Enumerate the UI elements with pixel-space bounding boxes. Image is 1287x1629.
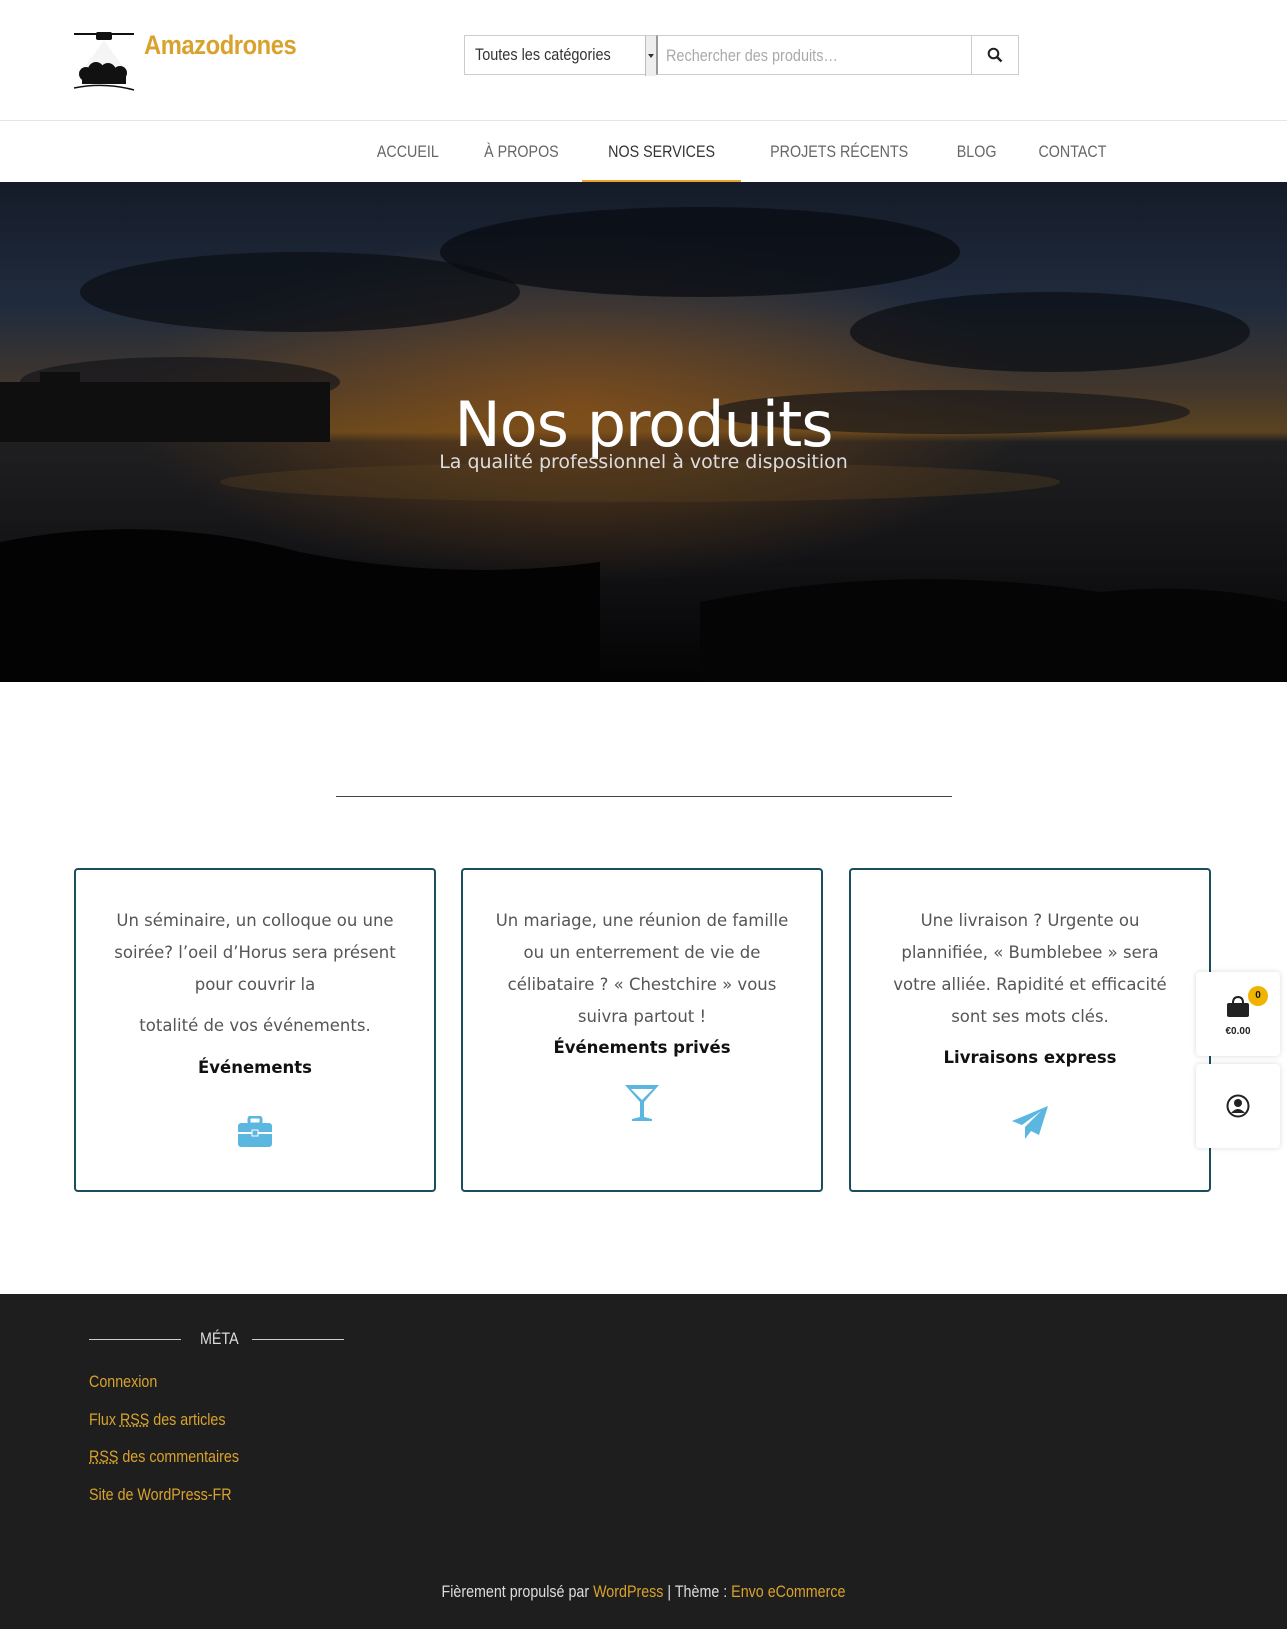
link-text: des commentaires [118,1447,240,1466]
main-nav: ACCUEIL À PROPOS NOS SERVICES PROJETS RÉ… [0,121,1287,183]
paper-plane-icon [1012,1106,1048,1139]
meta-title-line-right [252,1339,344,1340]
nav-item-nos-services[interactable]: NOS SERVICES [581,121,741,182]
card-description: Une livraison ? Urgente ou plannifiée, «… [893,911,1167,1026]
cart-widget[interactable]: 0 €0.00 [1196,972,1280,1056]
search-icon [987,47,1003,63]
nav-item-label: ACCUEIL [376,142,439,161]
chevron-down-icon [645,36,656,76]
card-description-continued: totalité de vos événements. [139,1016,371,1035]
hero-subtitle: La qualité professionnel à votre disposi… [439,451,848,473]
nav-item-contact[interactable]: CONTACT [1016,121,1129,182]
search-button[interactable] [972,35,1019,75]
card-title: Événements privés [553,1038,731,1057]
cart-total: €0.00 [1225,1026,1251,1037]
nav-item-label: PROJETS RÉCENTS [769,142,908,161]
wordpress-fr-link[interactable]: Site de WordPress-FR [89,1485,232,1505]
nav-item-label: NOS SERVICES [607,142,715,161]
card-title: Événements [198,1058,312,1077]
rss-comments-link[interactable]: RSS des commentaires [89,1447,239,1467]
footer-credits: Fièrement propulsé par WordPress | Thème… [0,1582,1287,1602]
cocktail-glass-icon [625,1085,659,1121]
section-divider [336,796,952,797]
card-title: Livraisons express [943,1048,1117,1067]
search-input[interactable]: Rechercher des produits… [656,35,972,75]
link-text: des articles [149,1410,226,1429]
service-card-evenements: Un séminaire, un colloque ou une soirée?… [74,868,436,1192]
theme-link[interactable]: Envo eCommerce [731,1582,845,1601]
wordpress-link[interactable]: WordPress [593,1582,663,1601]
card-description: Un mariage, une réunion de famille ou un… [495,911,789,1026]
site-title[interactable]: Amazodrones [144,30,297,61]
site-header: Amazodrones Toutes les catégories Recher… [0,0,1287,121]
service-card-evenements-prives: Un mariage, une réunion de famille ou un… [461,868,823,1192]
meta-title-line-left [89,1339,181,1340]
link-text: Flux [89,1410,120,1429]
card-description: Un séminaire, un colloque ou une soirée?… [114,911,396,994]
search-bar: Toutes les catégories Rechercher des pro… [464,35,1019,76]
account-widget[interactable] [1196,1064,1280,1148]
credits-separator: | Thème : [663,1582,732,1601]
search-placeholder: Rechercher des produits… [666,46,838,65]
category-select[interactable]: Toutes les catégories [464,35,656,76]
nav-item-blog[interactable]: BLOG [937,121,1016,182]
nav-item-projets-recents[interactable]: PROJETS RÉCENTS [741,121,937,182]
category-select-value: Toutes les catégories [475,45,611,64]
rss-abbreviation: RSS [89,1447,119,1466]
cart-count-badge: 0 [1248,986,1268,1006]
login-link[interactable]: Connexion [89,1372,157,1392]
nav-item-accueil[interactable]: ACCUEIL [355,121,461,182]
shopping-bag-icon [1227,996,1249,1017]
rss-articles-link[interactable]: Flux RSS des articles [89,1410,226,1430]
credits-text: Fièrement propulsé par [441,1582,594,1601]
drone-logo-icon[interactable] [72,28,136,92]
nav-item-label: BLOG [956,142,997,161]
nav-item-label: CONTACT [1038,142,1107,161]
meta-widget-title: MÉTA [200,1329,239,1348]
service-card-livraisons-express: Une livraison ? Urgente ou plannifiée, «… [849,868,1211,1192]
nav-item-label: À PROPOS [483,142,559,161]
briefcase-icon [238,1116,272,1147]
nav-item-a-propos[interactable]: À PROPOS [461,121,582,182]
site-footer: MÉTA Connexion Flux RSS des articles RSS… [0,1294,1287,1629]
rss-abbreviation: RSS [119,1410,150,1429]
user-account-icon [1226,1094,1250,1118]
